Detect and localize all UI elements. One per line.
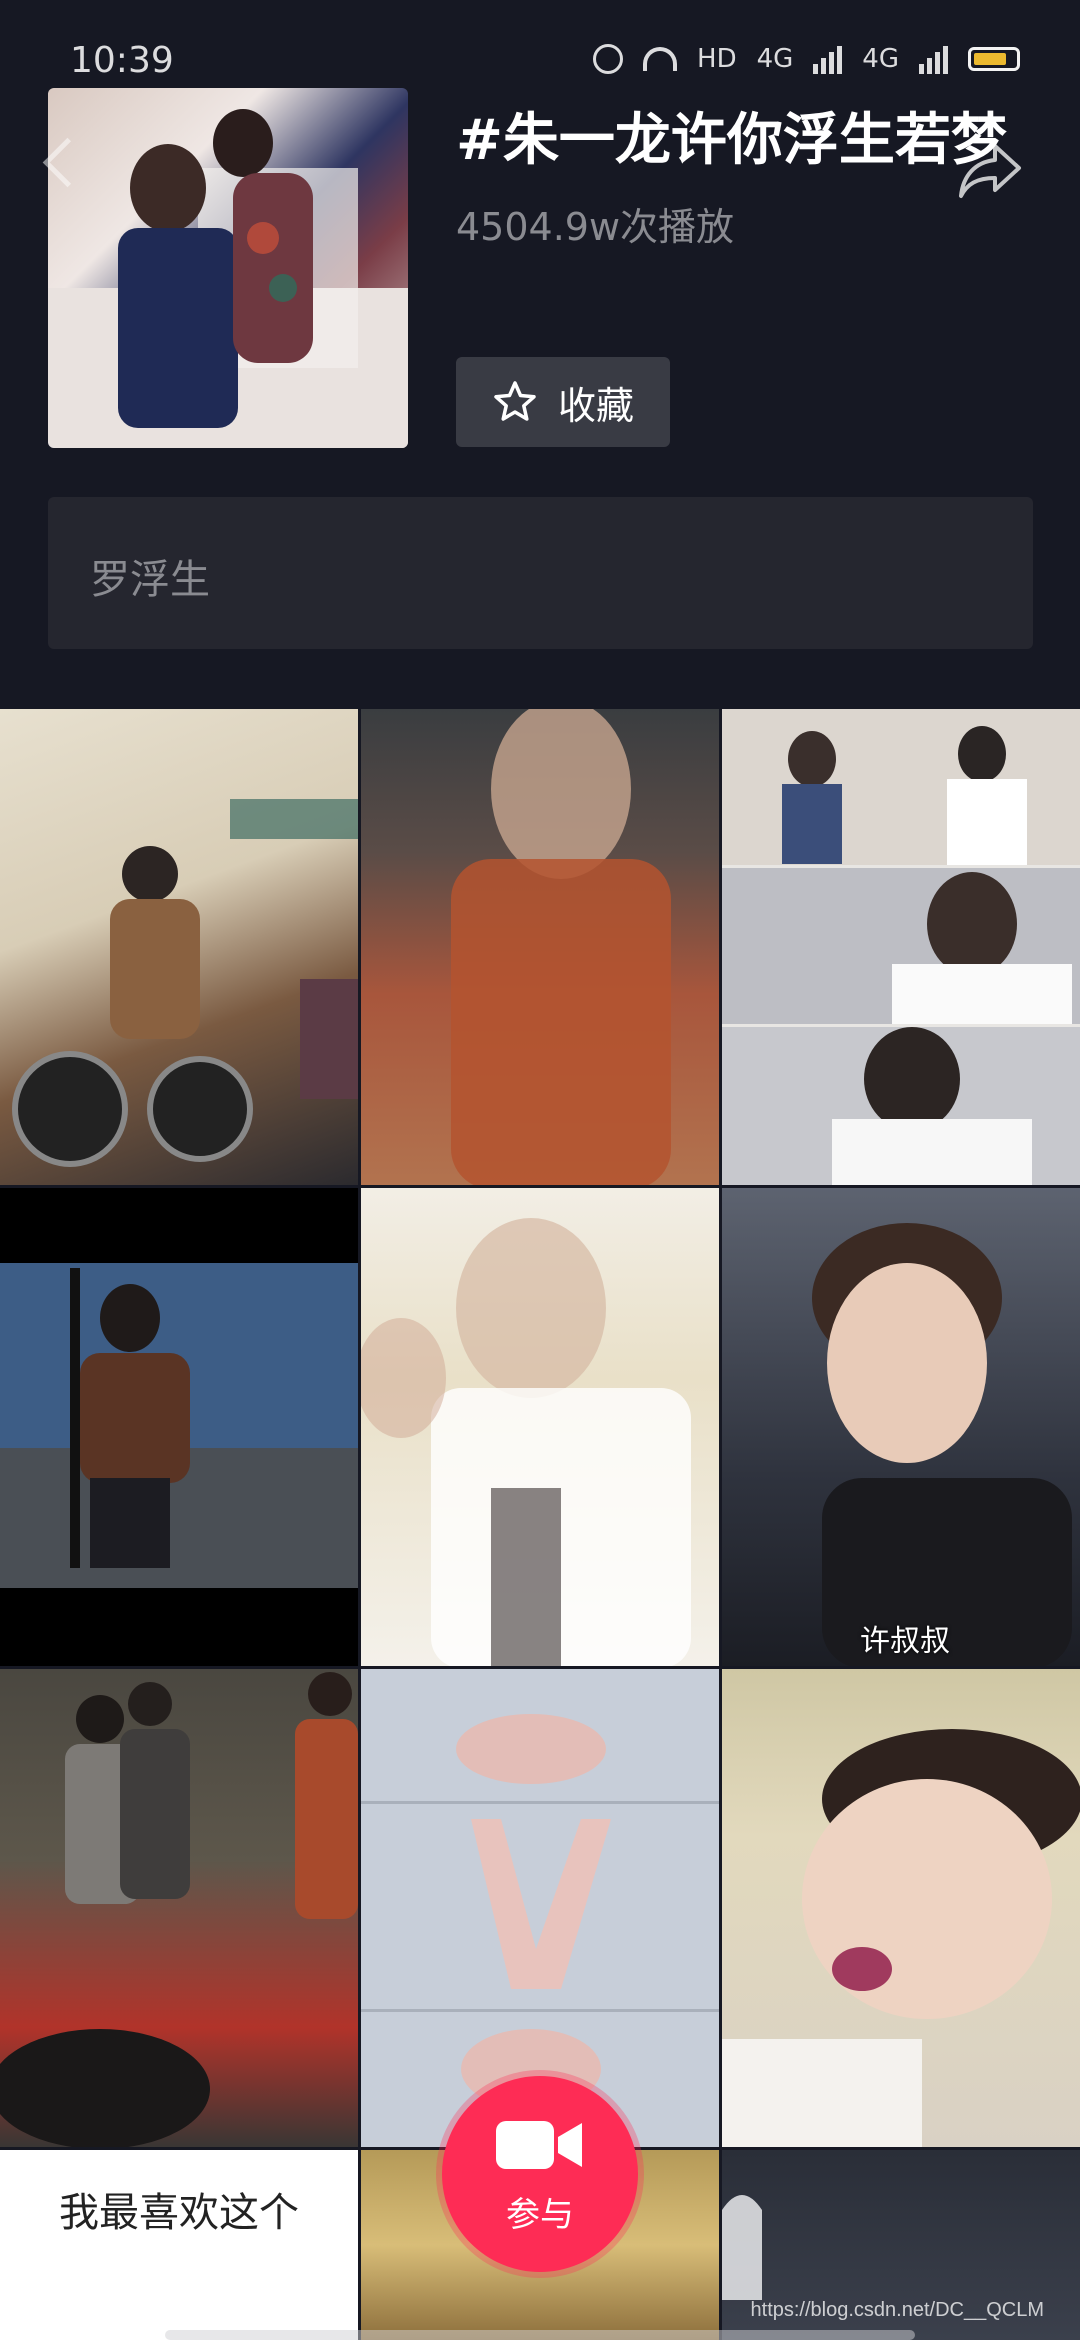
status-icons: HD 4G 4G [593, 44, 1020, 74]
related-tag: 罗浮生 [90, 557, 210, 603]
tile-caption: 许叔叔 [860, 1624, 950, 1659]
alarm-icon [593, 44, 624, 74]
join-label: 参与 [506, 2194, 574, 2235]
camera-icon [496, 2120, 582, 2169]
tile-art [812, 1223, 1072, 1666]
favorite-button[interactable]: 收藏 [456, 357, 670, 447]
video-tile[interactable]: 我最喜欢这个 [0, 2150, 358, 2340]
video-tile[interactable] [361, 1188, 719, 1666]
hd-label: HD [697, 44, 737, 74]
tile-art [12, 799, 358, 1167]
video-tile[interactable] [0, 1669, 358, 2147]
gesture-bar[interactable] [165, 2330, 915, 2340]
battery-icon [968, 47, 1020, 71]
tile-art [0, 1672, 358, 2147]
watermark: https://blog.csdn.net/DC__QCLM [750, 2299, 1044, 2321]
video-tile[interactable] [0, 709, 358, 1185]
topic-title: #朱一龙许你浮生若梦 [456, 108, 1007, 173]
video-tile[interactable] [0, 1188, 358, 1666]
tile-art [361, 1218, 691, 1666]
video-tile[interactable] [361, 709, 719, 1185]
favorite-label: 收藏 [557, 383, 634, 428]
status-bar: 10:39 HD 4G 4G [0, 0, 1080, 81]
tile-art [451, 709, 671, 1185]
share-icon[interactable] [955, 140, 1025, 200]
tile-caption: 我最喜欢这个 [59, 2190, 299, 2236]
signal-icon-2 [919, 44, 948, 74]
signal-icon [813, 44, 843, 74]
tile-art [0, 1263, 358, 1588]
network-label-1: 4G [756, 44, 794, 74]
related-tag-box[interactable]: 罗浮生 [48, 497, 1033, 649]
star-icon [494, 381, 536, 421]
tile-art [722, 1729, 1080, 2147]
video-tile[interactable] [722, 709, 1080, 1185]
wifi-icon [643, 47, 678, 71]
network-label-2: 4G [862, 44, 899, 74]
video-tile[interactable] [722, 1669, 1080, 2147]
cover-art [48, 109, 408, 448]
tile-art [722, 709, 1080, 1185]
video-tile[interactable]: 许叔叔 [722, 1188, 1080, 1666]
topic-cover-image[interactable] [48, 88, 408, 448]
status-time: 10:39 [70, 40, 174, 81]
play-count: 4504.9w次播放 [456, 205, 735, 249]
join-button[interactable]: 参与 [442, 2076, 638, 2272]
